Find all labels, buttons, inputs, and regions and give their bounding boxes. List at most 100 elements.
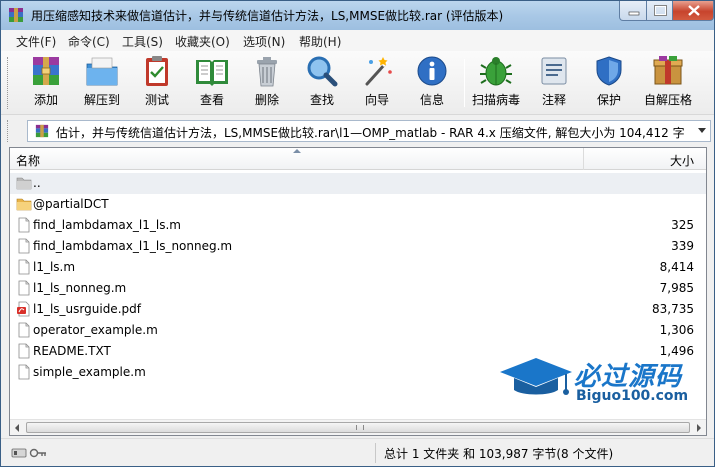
- list-item[interactable]: @partialDCT: [10, 194, 706, 215]
- file-size: 339: [671, 239, 694, 253]
- extract-folder-icon: [86, 57, 118, 86]
- menu-tools[interactable]: 工具(S): [122, 33, 163, 50]
- comment-label: 注释: [541, 93, 566, 107]
- watermark-en: Biguo100.com: [576, 388, 689, 404]
- drive-key-icon[interactable]: [11, 447, 47, 459]
- file-name: ..: [33, 176, 41, 190]
- file-size: 1,306: [659, 323, 694, 337]
- view-book-icon: [196, 60, 228, 86]
- delete-label: 删除: [254, 93, 279, 107]
- menu-file[interactable]: 文件(F): [16, 33, 56, 50]
- list-item[interactable]: find_lambdamax_l1_ls.m 325: [10, 215, 706, 236]
- virus-bug-icon: [480, 57, 512, 86]
- file-size: 8,414: [659, 260, 694, 274]
- menu-bar: 文件(F) 命令(C) 工具(S) 收藏夹(O) 选项(N) 帮助(H): [1, 30, 714, 51]
- file-icon: [18, 259, 30, 275]
- list-item[interactable]: l1_ls_usrguide.pdf 83,735: [10, 299, 706, 320]
- add-label: 添加: [33, 93, 58, 107]
- find-label: 查找: [309, 93, 334, 107]
- protect-label: 保护: [596, 93, 621, 107]
- list-header: 名称 大小: [10, 148, 706, 170]
- window-title: 用压缩感知技术来做信道估计，并与传统信道估计方法，LS,MMSE做比较.rar …: [31, 9, 504, 23]
- scroll-right-icon[interactable]: [697, 424, 701, 432]
- column-name-header[interactable]: 名称: [16, 152, 40, 169]
- minimize-button[interactable]: [619, 1, 647, 21]
- delete-button[interactable]: 删除: [240, 54, 294, 112]
- file-name: README.TXT: [33, 344, 111, 358]
- title-bar[interactable]: 用压缩感知技术来做信道估计，并与传统信道估计方法，LS,MMSE做比较.rar …: [1, 1, 714, 30]
- toolbar-grip[interactable]: [7, 57, 10, 109]
- view-button[interactable]: 查看: [185, 54, 239, 112]
- file-name: l1_ls.m: [33, 260, 76, 274]
- info-label: 信息: [419, 93, 444, 107]
- horizontal-scrollbar[interactable]: [10, 419, 706, 435]
- maximize-button[interactable]: [646, 1, 673, 21]
- file-name: l1_ls_usrguide.pdf: [33, 302, 141, 316]
- status-divider: [375, 443, 376, 463]
- extract-to-button[interactable]: 解压到: [75, 54, 129, 112]
- sfx-button[interactable]: 自解压格: [637, 54, 699, 112]
- list-item[interactable]: l1_ls_nonneg.m 7,985: [10, 278, 706, 299]
- file-name: operator_example.m: [33, 323, 158, 337]
- scrollbar-grip-icon: [356, 425, 364, 430]
- list-item[interactable]: find_lambdamax_l1_ls_nonneg.m 339: [10, 236, 706, 257]
- file-icon: [18, 217, 30, 233]
- winrar-app-icon[interactable]: [8, 7, 24, 23]
- file-name: find_lambdamax_l1_ls_nonneg.m: [33, 239, 233, 253]
- info-button[interactable]: 信息: [405, 54, 459, 112]
- file-icon: [18, 343, 30, 359]
- list-item[interactable]: operator_example.m 1,306: [10, 320, 706, 341]
- wizard-label: 向导: [364, 93, 389, 107]
- protect-button[interactable]: 保护: [582, 54, 636, 112]
- file-size: 83,735: [652, 302, 694, 316]
- maximize-icon: [654, 5, 667, 16]
- comment-button[interactable]: 注释: [527, 54, 581, 112]
- minimize-icon: [628, 11, 640, 16]
- add-archive-icon: [33, 57, 59, 85]
- file-name: @partialDCT: [33, 197, 109, 211]
- scrollbar-thumb[interactable]: [26, 422, 690, 433]
- menu-favorites[interactable]: 收藏夹(O): [175, 33, 230, 50]
- close-icon: [688, 5, 700, 16]
- rar-archive-icon: [35, 124, 49, 138]
- info-icon: [417, 56, 447, 86]
- pdf-icon: [17, 301, 30, 317]
- scan-virus-button[interactable]: 扫描病毒: [469, 54, 523, 112]
- sfx-label: 自解压格: [643, 93, 692, 107]
- status-summary: 总计 1 文件夹 和 103,987 字节(8 个文件): [384, 447, 614, 461]
- column-divider[interactable]: [583, 148, 584, 170]
- folder-icon: [16, 198, 32, 211]
- file-name: simple_example.m: [33, 365, 146, 379]
- file-icon: [18, 322, 30, 338]
- test-button[interactable]: 测试: [130, 54, 184, 112]
- list-item[interactable]: l1_ls.m 8,414: [10, 257, 706, 278]
- menu-options[interactable]: 选项(N): [243, 33, 285, 50]
- path-dropdown-icon[interactable]: [698, 128, 706, 133]
- address-bar: 估计，并与传统信道估计方法，LS,MMSE做比较.rar\l1—OMP_matl…: [1, 116, 714, 144]
- file-size: 7,985: [659, 281, 694, 295]
- file-size: 325: [671, 218, 694, 232]
- scroll-left-icon[interactable]: [15, 424, 19, 432]
- file-icon: [18, 364, 30, 380]
- winrar-window: 用压缩感知技术来做信道估计，并与传统信道估计方法，LS,MMSE做比较.rar …: [0, 0, 715, 467]
- graduation-cap-icon: [500, 358, 572, 395]
- watermark-logo: 必过源码 Biguo100.com: [496, 354, 706, 410]
- file-name: l1_ls_nonneg.m: [33, 281, 127, 295]
- list-item[interactable]: ..: [10, 173, 706, 194]
- find-button[interactable]: 查找: [295, 54, 349, 112]
- comment-note-icon: [541, 57, 567, 85]
- close-button[interactable]: [672, 1, 714, 21]
- view-label: 查看: [199, 93, 224, 107]
- menu-help[interactable]: 帮助(H): [299, 33, 341, 50]
- menu-command[interactable]: 命令(C): [68, 33, 110, 50]
- add-button[interactable]: 添加: [19, 54, 73, 112]
- path-combobox[interactable]: 估计，并与传统信道估计方法，LS,MMSE做比较.rar\l1—OMP_matl…: [27, 120, 711, 142]
- wizard-button[interactable]: 向导: [350, 54, 404, 112]
- sort-ascending-icon: [293, 149, 301, 153]
- scan-virus-label: 扫描病毒: [471, 93, 520, 107]
- toolbar-separator: [464, 59, 465, 107]
- column-size-header[interactable]: 大小: [670, 152, 694, 169]
- toolbar: 添加 解压到 测试 查看 删除 查找 向导 信息 扫描病毒 注释 保护 自解压格: [1, 51, 714, 115]
- file-icon: [18, 280, 30, 296]
- address-grip[interactable]: [7, 120, 10, 142]
